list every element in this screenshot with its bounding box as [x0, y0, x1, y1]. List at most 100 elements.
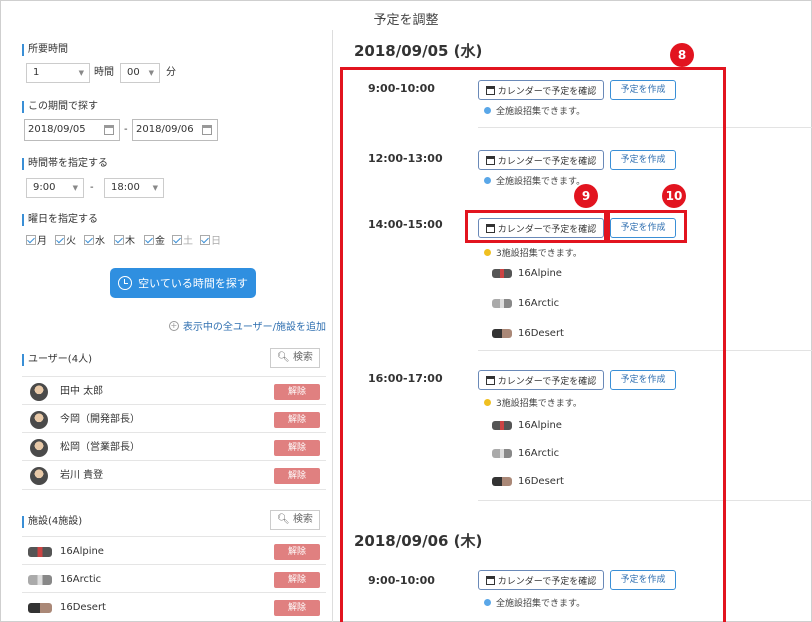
users-header-label: ユーザー(4人)	[22, 354, 92, 366]
checkbox-checked-icon[interactable]	[84, 234, 94, 245]
weekday-fri-label: 金	[155, 236, 165, 247]
chevron-down-icon: ▼	[78, 69, 84, 77]
weekday-sun-label: 日	[211, 236, 221, 247]
weekday-thu[interactable]: 木	[114, 232, 135, 247]
period-separator: -	[124, 124, 128, 135]
duration-hours-select[interactable]: 1 ▼	[26, 63, 90, 83]
add-all-label: 表示中の全ユーザー/施設を追加	[182, 322, 326, 333]
weekday-fri[interactable]: 金	[144, 232, 165, 247]
remove-user-button[interactable]: 解除	[274, 384, 320, 400]
avatar	[30, 439, 48, 457]
remove-user-button[interactable]: 解除	[274, 412, 320, 428]
duration-label: 所要時間	[22, 44, 68, 56]
user-name: 松岡（営業部長）	[60, 442, 140, 453]
remove-facility-button[interactable]: 解除	[274, 572, 320, 588]
facilities-header: 施設(4施設) 🔍︎ 検索	[22, 510, 326, 534]
user-row: 松岡（営業部長） 解除	[22, 432, 326, 462]
weekday-mon[interactable]: 月	[26, 232, 47, 247]
weekday-sat-label: 土	[183, 236, 193, 247]
checkbox-disabled-icon[interactable]	[172, 234, 182, 245]
facilities-search-label: 検索	[292, 514, 313, 525]
users-search-button[interactable]: 🔍︎ 検索	[270, 348, 320, 368]
weekday-sun[interactable]: 日	[200, 232, 221, 247]
remove-facility-button[interactable]: 解除	[274, 544, 320, 560]
panel-divider	[332, 30, 333, 622]
checkbox-checked-icon[interactable]	[144, 234, 154, 245]
user-row: 田中 太郎 解除	[22, 376, 326, 406]
users-search-label: 検索	[292, 352, 313, 363]
duration-hours-value: 1	[33, 67, 40, 78]
weekday-sat[interactable]: 土	[172, 232, 193, 247]
timeband-label: 時間帯を指定する	[22, 158, 108, 170]
facility-name: 16Arctic	[60, 574, 102, 585]
callout-highlight-check-calendar	[465, 210, 607, 243]
callout-badge-10: 10	[662, 184, 686, 208]
user-row: 岩川 貴登 解除	[22, 460, 326, 490]
remove-facility-button[interactable]: 解除	[274, 600, 320, 616]
period-label: この期間で探す	[22, 101, 98, 113]
weekday-label: 曜日を指定する	[22, 214, 98, 226]
add-all-link[interactable]: + 表示中の全ユーザー/施設を追加	[168, 318, 326, 333]
avatar	[30, 411, 48, 429]
date-heading: 2018/09/05 (水)	[354, 42, 483, 60]
search-icon: 🔍︎	[277, 352, 290, 363]
checkbox-checked-icon[interactable]	[55, 234, 65, 245]
period-from-value: 2018/09/05	[28, 124, 86, 135]
calendar-icon[interactable]	[202, 125, 212, 135]
checkbox-checked-icon[interactable]	[26, 234, 36, 245]
remove-user-button[interactable]: 解除	[274, 468, 320, 484]
avatar	[30, 467, 48, 485]
weekday-tue-label: 火	[66, 236, 76, 247]
user-name: 岩川 貴登	[60, 470, 104, 481]
callout-badge-8: 8	[670, 43, 694, 67]
facilities-search-button[interactable]: 🔍︎ 検索	[270, 510, 320, 530]
users-header: ユーザー(4人) 🔍︎ 検索	[22, 348, 326, 372]
duration-minutes-value: 00	[127, 67, 140, 78]
search-icon: 🔍︎	[277, 514, 290, 525]
facility-name: 16Alpine	[60, 546, 104, 557]
checkbox-checked-icon[interactable]	[114, 234, 124, 245]
chevron-down-icon: ▼	[148, 69, 154, 77]
duration-minutes-select[interactable]: 00 ▼	[120, 63, 160, 83]
weekday-mon-label: 月	[37, 236, 47, 247]
callout-badge-9: 9	[574, 184, 598, 208]
facility-name: 16Desert	[60, 602, 106, 613]
timeband-to-value: 18:00	[111, 182, 140, 193]
timeband-separator: -	[90, 182, 94, 193]
weekday-wed[interactable]: 水	[84, 232, 105, 247]
weekday-thu-label: 木	[125, 236, 135, 247]
user-name: 田中 太郎	[60, 386, 104, 397]
clock-icon	[118, 276, 133, 290]
plus-circle-icon: +	[168, 320, 179, 331]
timeband-from-value: 9:00	[33, 182, 56, 193]
callout-highlight-create	[607, 210, 687, 243]
weekday-wed-label: 水	[95, 236, 105, 247]
find-free-time-label: 空いている時間を探す	[138, 277, 248, 290]
period-to-value: 2018/09/06	[136, 124, 194, 135]
facility-row: 16Arctic 解除	[22, 564, 326, 594]
facility-row: 16Desert 解除	[22, 592, 326, 622]
hours-unit: 時間	[94, 67, 114, 78]
facility-row: 16Alpine 解除	[22, 536, 326, 566]
avatar	[30, 383, 48, 401]
calendar-icon[interactable]	[104, 125, 114, 135]
period-from-input[interactable]: 2018/09/05	[24, 119, 120, 141]
facility-icon	[28, 547, 52, 557]
timeband-to-select[interactable]: 18:00 ▼	[104, 178, 164, 198]
facility-icon	[28, 575, 52, 585]
user-row: 今岡（開発部長） 解除	[22, 404, 326, 434]
chevron-down-icon: ▼	[152, 184, 158, 192]
weekday-tue[interactable]: 火	[55, 232, 76, 247]
remove-user-button[interactable]: 解除	[274, 440, 320, 456]
find-free-time-button[interactable]: 空いている時間を探す	[110, 268, 256, 298]
checkbox-disabled-icon[interactable]	[200, 234, 210, 245]
search-conditions-panel: 所要時間 1 ▼ 時間 00 ▼ 分 この期間で探す 2018/09/05 - 20…	[0, 0, 332, 622]
timeband-from-select[interactable]: 9:00 ▼	[26, 178, 84, 198]
minutes-unit: 分	[166, 67, 176, 78]
facility-icon	[28, 603, 52, 613]
facilities-header-label: 施設(4施設)	[22, 516, 82, 528]
chevron-down-icon: ▼	[72, 184, 78, 192]
callout-highlight-results	[340, 67, 726, 622]
period-to-input[interactable]: 2018/09/06	[132, 119, 218, 141]
user-name: 今岡（開発部長）	[60, 414, 140, 425]
